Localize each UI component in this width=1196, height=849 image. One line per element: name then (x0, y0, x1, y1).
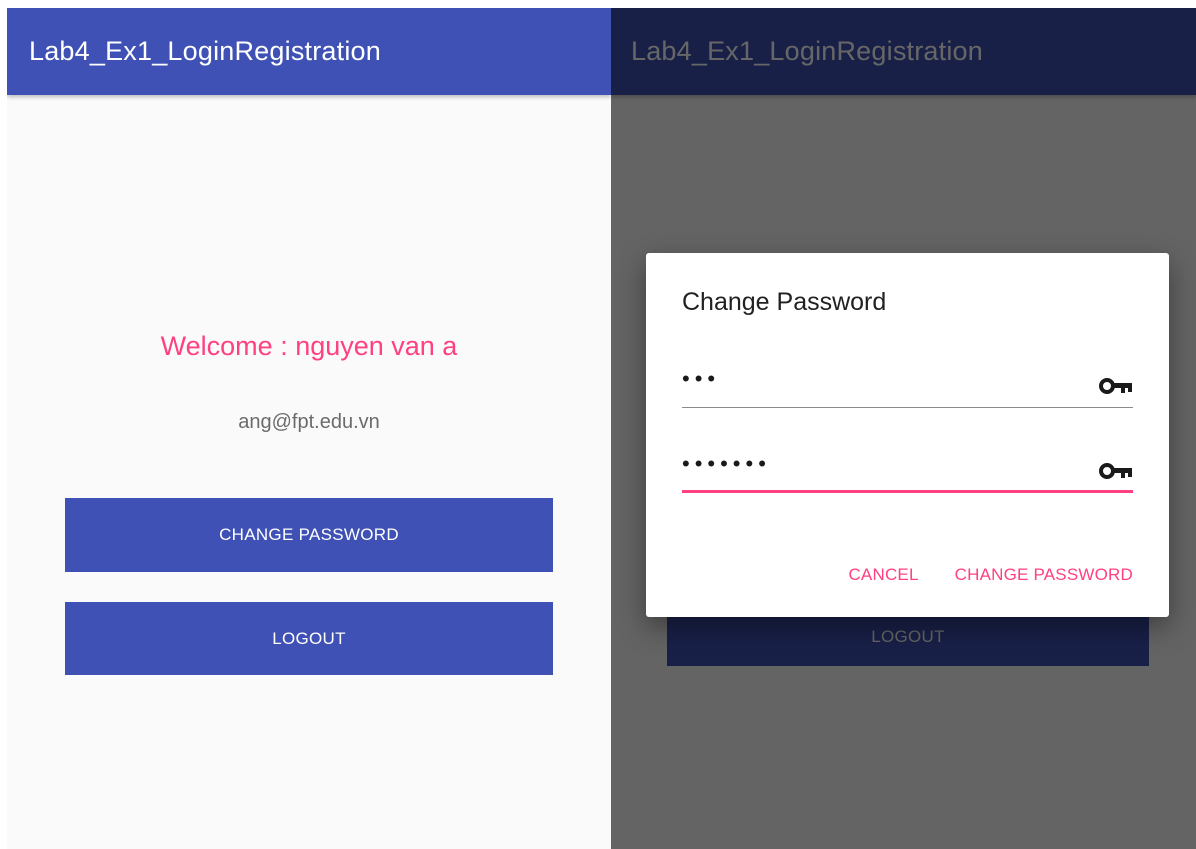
app-title: Lab4_Ex1_LoginRegistration (29, 36, 381, 66)
change-password-button[interactable]: CHANGE PASSWORD (65, 498, 553, 572)
key-icon[interactable] (1099, 376, 1133, 396)
cancel-button[interactable]: CANCEL (848, 565, 918, 585)
dialog-screen: Lab4_Ex1_LoginRegistration LOGOUT Change… (611, 8, 1196, 849)
confirm-change-password-button[interactable]: CHANGE PASSWORD (955, 565, 1133, 585)
old-password-value: ••• (682, 366, 721, 391)
main-screen: Lab4_Ex1_LoginRegistration Welcome : ngu… (7, 8, 611, 849)
dialog-title: Change Password (682, 288, 887, 316)
page: Lab4_Ex1_LoginRegistration Welcome : ngu… (0, 0, 1196, 849)
change-password-dialog: Change Password ••• ••••••• CANCEL CHANG… (646, 253, 1169, 617)
key-icon[interactable] (1099, 461, 1133, 481)
welcome-text: Welcome : nguyen van a (160, 331, 458, 361)
user-email: ang@fpt.edu.vn (238, 411, 380, 433)
new-password-field[interactable]: ••••••• (682, 449, 1133, 493)
new-password-value: ••••••• (682, 451, 771, 476)
dialog-actions: CANCEL CHANGE PASSWORD (848, 565, 1133, 585)
old-password-field[interactable]: ••• (682, 364, 1133, 408)
logout-button[interactable]: LOGOUT (65, 602, 553, 675)
app-bar: Lab4_Ex1_LoginRegistration (7, 8, 611, 95)
